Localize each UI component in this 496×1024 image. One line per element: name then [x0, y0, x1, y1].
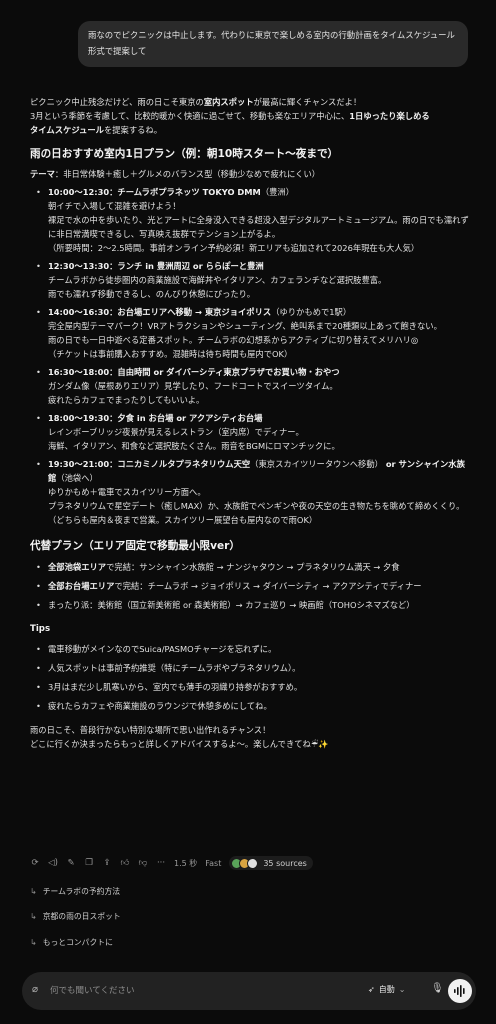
- plan-list: 10:00〜12:30：チームラボプラネッツ TOKYO DMM（豊洲） 朝イチ…: [30, 185, 470, 527]
- alt-item-text: で完結：サンシャイン水族館 → ナンジャタウン → プラネタリウム満天 → 夕食: [106, 562, 400, 572]
- plan-item: 19:30〜21:00：コニカミノルタプラネタリウム天空（東京スカイツリータウン…: [30, 457, 470, 527]
- reply-arrow-icon: ↳: [30, 912, 37, 921]
- plan-item: 10:00〜12:30：チームラボプラネッツ TOKYO DMM（豊洲） 朝イチ…: [30, 185, 470, 255]
- plan-item-note: （ゆりかもめで1駅）: [271, 307, 352, 317]
- followup-suggestion[interactable]: ↳ 京都の雨の日スポット: [30, 911, 121, 922]
- plan-item-note: （豊洲）: [260, 187, 295, 197]
- plan-item-line: 雨でも濡れず移動できるし、のんびり休憩にぴったり。: [48, 289, 256, 299]
- attach-icon[interactable]: ⌀: [32, 984, 38, 995]
- intro-text: 3月という季節を考慮して、比較的暖かく快適に過ごせて、移動も楽なエリア中心に、: [30, 111, 350, 121]
- copy-icon[interactable]: ❐: [84, 858, 94, 868]
- reply-arrow-icon: ↳: [30, 938, 37, 947]
- plan-item-title: 10:00〜12:30：チームラボプラネッツ TOKYO DMM: [48, 187, 261, 197]
- sources-count: 35 sources: [263, 858, 307, 868]
- plan-item-line: 裸足で水の中を歩いたり、光とアートに全身没入できる超没入型デジタルアートミュージ…: [48, 215, 469, 239]
- intro-paragraph: ピクニック中止残念だけど、雨の日こそ東京の室内スポットが最高に輝くチャンスだよ！…: [30, 95, 470, 137]
- alt-item-bold: 全部池袋エリア: [48, 562, 107, 572]
- response-speed: Fast: [205, 858, 222, 868]
- followup-label: チームラボの予約方法: [42, 887, 121, 896]
- tips-list: 電車移動がメインなのでSuica/PASMOチャージを忘れずに。 人気スポットは…: [30, 642, 470, 713]
- plan-item-line: 疲れたらカフェでまったりしてもいいよ。: [48, 395, 205, 405]
- intro-bold: 室内スポット: [203, 97, 254, 107]
- tip-item: 電車移動がメインなのでSuica/PASMOチャージを忘れずに。: [30, 642, 470, 656]
- plan-item-line: （所要時間：2〜2.5時間。事前オンライン予約必須！新エリアも追加されて2026…: [48, 243, 420, 253]
- assistant-response: ピクニック中止残念だけど、雨の日こそ東京の室内スポットが最高に輝くチャンスだよ！…: [30, 95, 470, 751]
- intro-text: が最高に輝くチャンスだよ！: [253, 97, 362, 107]
- source-favicons-icon: [231, 857, 259, 869]
- message-composer[interactable]: ⌀ 何でも聞いてください ➶ 自動 ⌄ 🎙︎: [22, 972, 476, 1010]
- intro-text: を提案するね。: [103, 125, 163, 135]
- plan-item-note: （池袋へ）: [56, 473, 98, 483]
- plan-item-title: 19:30〜21:00：コニカミノルタプラネタリウム天空: [48, 459, 251, 469]
- plan-item-line: ゆりかもめ＋電車でスカイツリー方面へ。: [48, 487, 206, 497]
- sources-button[interactable]: 35 sources: [229, 856, 313, 870]
- plan-item-line: ガンダム像（屋根ありエリア）見学したり、フードコートでスイーツタイム。: [48, 381, 338, 391]
- theme-text: ：非日常体験＋癒し＋グルメのバランス型（移動少なめで疲れにくい）: [54, 169, 321, 179]
- followup-label: もっとコンパクトに: [42, 938, 113, 947]
- edit-icon[interactable]: ✎: [66, 858, 76, 868]
- followup-suggestion[interactable]: ↳ チームラボの予約方法: [30, 886, 120, 897]
- plan-item-line: （どちらも屋内＆夜まで営業。スカイツリー展望台も屋内なので雨OK）: [48, 515, 318, 525]
- closing-text: どこに行くか決まったらもっと詳しくアドバイスするよ〜。楽しんできてね☔✨: [30, 739, 329, 749]
- tip-item: 3月はまだ少し肌寒いから、室内でも薄手の羽織り持参がおすすめ。: [30, 680, 470, 694]
- share-icon[interactable]: ⇪: [102, 858, 112, 868]
- plan-item: 18:00〜19:30：夕食 in お台場 or アクアシティお台場 レインボー…: [30, 411, 470, 453]
- user-message-text: 雨なのでピクニックは中止します。代わりに東京で楽しめる室内の行動計画をタイムスケ…: [88, 30, 455, 56]
- plan-item-line: レインボーブリッジ夜景が見えるレストラン（室内席）でディナー。: [48, 427, 304, 437]
- mode-selector[interactable]: ➶ 自動 ⌄: [368, 984, 405, 995]
- plan-heading: 雨の日おすすめ室内1日プラン（例：朝10時スタート〜夜まで）: [30, 148, 339, 160]
- thumbs-down-icon[interactable]: 👎︎: [138, 858, 148, 868]
- message-actions: ⟳ ◁) ✎ ❐ ⇪ 👍︎ 👎︎ ··· 1.5 秒 Fast 35 sourc…: [30, 856, 470, 870]
- alt-item-text: まったり派：美術館（国立新美術館 or 森美術館）→ カフェ巡り → 映画館（T…: [48, 600, 415, 610]
- plan-item-line: 朝イチで入場して混雑を避けよう！: [48, 201, 181, 211]
- plan-item-line: チームラボから徒歩圏内の商業施設で海鮮丼やイタリアン、カフェランチなど選択肢豊富…: [48, 275, 387, 285]
- alt-item: 全部池袋エリアで完結：サンシャイン水族館 → ナンジャタウン → プラネタリウム…: [30, 560, 470, 574]
- alt-list: 全部池袋エリアで完結：サンシャイン水族館 → ナンジャタウン → プラネタリウム…: [30, 560, 470, 612]
- voice-mode-button[interactable]: [448, 979, 472, 1003]
- microphone-icon[interactable]: 🎙︎: [431, 983, 444, 994]
- regenerate-icon[interactable]: ⟳: [30, 858, 40, 868]
- alt-item-bold: 全部お台場エリア: [48, 581, 115, 591]
- plan-item-title: 18:00〜19:30：夕食 in お台場 or アクアシティお台場: [48, 413, 263, 423]
- followup-suggestion[interactable]: ↳ もっとコンパクトに: [30, 937, 113, 948]
- read-aloud-icon[interactable]: ◁): [48, 858, 58, 868]
- alt-item-text: で完結：チームラボ → ジョイポリス → ダイバーシティ → アクアシティでディ…: [114, 581, 422, 591]
- plan-theme: テーマ：非日常体験＋癒し＋グルメのバランス型（移動少なめで疲れにくい）: [30, 167, 470, 181]
- message-input[interactable]: 何でも聞いてください: [50, 984, 135, 996]
- closing-paragraph: 雨の日こそ、普段行かない特別な場所で思い出作れるチャンス！ どこに行くか決まった…: [30, 723, 470, 751]
- theme-label: テーマ: [30, 169, 55, 179]
- alt-item: 全部お台場エリアで完結：チームラボ → ジョイポリス → ダイバーシティ → ア…: [30, 579, 470, 593]
- plan-item: 16:30〜18:00：自由時間 or ダイバーシティ東京プラザでお買い物・おや…: [30, 365, 470, 407]
- plan-item-title: 14:00〜16:30：お台場エリアへ移動 → 東京ジョイポリス: [48, 307, 272, 317]
- mode-label: 自動: [378, 985, 395, 994]
- plan-item-line: （チケットは事前購入おすすめ。混雑時は待ち時間も屋内でOK）: [48, 349, 293, 359]
- intro-bold: タイムスケジュール: [30, 125, 104, 135]
- tip-item: 人気スポットは事前予約推奨（特にチームラボやプラネタリウム）。: [30, 661, 470, 675]
- response-time: 1.5 秒: [174, 858, 198, 868]
- tip-item: 疲れたらカフェや商業施設のラウンジで休憩多めにしてね。: [30, 699, 470, 713]
- plan-item-line: 海鮮、イタリアン、和食など選択肢たくさん。雨音をBGMにロマンチックに。: [48, 441, 340, 451]
- plan-item-line: 完全屋内型テーマパーク！VRアトラクションやシューティング、絶叫系まで20種類以…: [48, 321, 442, 331]
- thumbs-up-icon[interactable]: 👍︎: [120, 858, 130, 868]
- plan-item-line: 雨の日でも一日中遊べる定番スポット。チームラボの幻想系からアクティブに切り替えて…: [48, 335, 419, 345]
- user-message-bubble: 雨なのでピクニックは中止します。代わりに東京で楽しめる室内の行動計画をタイムスケ…: [78, 21, 468, 67]
- followup-label: 京都の雨の日スポット: [42, 912, 121, 921]
- alt-heading: 代替プラン（エリア固定で移動最小限ver）: [30, 540, 241, 552]
- more-icon[interactable]: ···: [156, 858, 166, 868]
- intro-text: ピクニック中止残念だけど、雨の日こそ東京の: [30, 97, 204, 107]
- plan-item-title: 16:30〜18:00：自由時間 or ダイバーシティ東京プラザでお買い物・おや…: [48, 367, 340, 377]
- plan-item-note: （東京スカイツリータウンへ移動）: [250, 459, 383, 469]
- plan-item: 12:30〜13:30：ランチ in 豊洲周辺 or ららぽーと豊洲 チームラボ…: [30, 259, 470, 301]
- chevron-down-icon: ⌄: [398, 985, 406, 994]
- plan-item-title: 12:30〜13:30：ランチ in 豊洲周辺 or ららぽーと豊洲: [48, 261, 264, 271]
- plan-item: 14:00〜16:30：お台場エリアへ移動 → 東京ジョイポリス（ゆりかもめで1…: [30, 305, 470, 361]
- reply-arrow-icon: ↳: [30, 887, 37, 896]
- alt-item: まったり派：美術館（国立新美術館 or 森美術館）→ カフェ巡り → 映画館（T…: [30, 598, 470, 612]
- waveform-icon: [454, 985, 465, 997]
- closing-text: 雨の日こそ、普段行かない特別な場所で思い出作れるチャンス！: [30, 725, 271, 735]
- rocket-icon: ➶: [368, 985, 375, 994]
- intro-bold: 1日ゆったり楽しめる: [349, 111, 430, 121]
- tips-heading: Tips: [30, 624, 51, 634]
- plan-item-line: プラネタリウムで星空デート（癒しMAX）か、水族館でペンギンや夜の天空の生き物た…: [48, 501, 465, 511]
